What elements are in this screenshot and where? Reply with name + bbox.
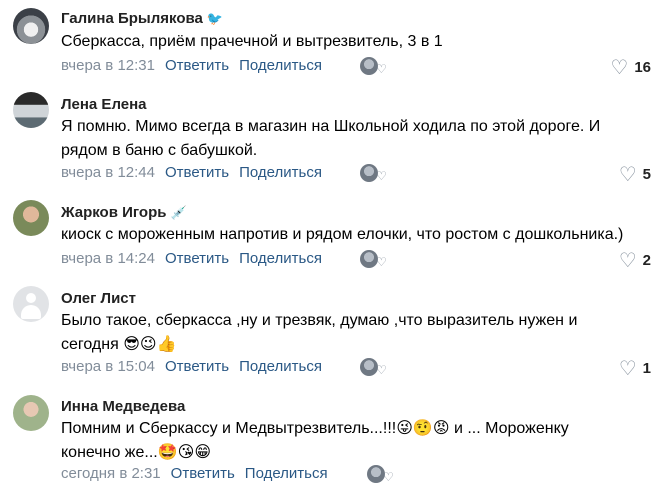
avatar[interactable] xyxy=(13,395,49,431)
heart-icon: ♡ xyxy=(610,57,629,79)
comment-text-line: Помним и Сберкассу и Медвытрезвитель...!… xyxy=(61,417,661,441)
comment-text-line: Было такое, сберкасса ,ну и трезвяк, дум… xyxy=(61,312,578,329)
heart-icon: ♡ xyxy=(618,358,637,380)
reply-button[interactable]: Ответить xyxy=(171,465,235,482)
reaction-heart-icon: ♡ xyxy=(376,169,387,183)
comment-text-part: конечно же... xyxy=(61,444,158,461)
author-badge-icon: 🐦 xyxy=(206,11,224,26)
comment-meta: вчера в 14:24 Ответить Поделиться xyxy=(61,250,322,267)
author-name[interactable]: Жарков Игорь 💉 xyxy=(61,204,187,221)
author-name[interactable]: Инна Медведева xyxy=(61,398,185,415)
comment-time[interactable]: вчера в 12:44 xyxy=(61,164,155,181)
author-name[interactable]: Олег Лист xyxy=(61,290,136,307)
author-name[interactable]: Лена Елена xyxy=(61,96,147,113)
reply-button[interactable]: Ответить xyxy=(165,250,229,267)
emoji-group-icon: 😜🤨😡 xyxy=(396,420,450,437)
comment-meta: вчера в 15:04 Ответить Поделиться xyxy=(61,358,322,375)
like-count: 1 xyxy=(642,360,651,377)
like-count: 16 xyxy=(634,59,651,76)
like-button[interactable]: ♡ 2 xyxy=(619,248,651,273)
avatar[interactable] xyxy=(13,92,49,128)
comment-time[interactable]: вчера в 12:31 xyxy=(61,57,155,74)
comment-text-line: конечно же...🤩😘😁 xyxy=(61,441,661,465)
comment-text: Сберкасса, приём прачечной и вытрезвител… xyxy=(61,33,443,50)
comment-text: Помним и Сберкассу и Медвытрезвитель...!… xyxy=(61,417,661,465)
comment-text-line: Я помню. Мимо всегда в магазин на Школьн… xyxy=(61,118,601,135)
reply-button[interactable]: Ответить xyxy=(165,57,229,74)
comment-time[interactable]: вчера в 14:24 xyxy=(61,250,155,267)
share-button[interactable]: Поделиться xyxy=(239,250,322,267)
heart-icon: ♡ xyxy=(618,250,637,272)
comment-text: Я помню. Мимо всегда в магазин на Школьн… xyxy=(61,115,661,163)
reaction-heart-icon: ♡ xyxy=(376,363,387,377)
comment-meta: вчера в 12:31 Ответить Поделиться xyxy=(61,57,322,74)
heart-icon: ♡ xyxy=(618,164,637,186)
author-name-text[interactable]: Жарков Игорь xyxy=(61,204,166,221)
comment-text-part: сегодня xyxy=(61,336,119,353)
avatar[interactable] xyxy=(13,8,49,44)
reply-button[interactable]: Ответить xyxy=(165,358,229,375)
comment-text: Было такое, сберкасса ,ну и трезвяк, дум… xyxy=(61,309,661,357)
author-name-text[interactable]: Лена Елена xyxy=(61,96,147,113)
author-name-text[interactable]: Олег Лист xyxy=(61,290,136,307)
default-avatar-head-icon xyxy=(26,293,36,303)
comment-time[interactable]: сегодня в 2:31 xyxy=(61,465,161,482)
comment-text-line: сегодня 😎😉👍 xyxy=(61,333,661,357)
emoji-group-icon: 🤩😘😁 xyxy=(157,444,212,461)
comment-text: киоск с мороженным напротив и рядом елоч… xyxy=(61,226,624,243)
comment-meta: вчера в 12:44 Ответить Поделиться xyxy=(61,164,322,181)
comment-text-part: Помним и Сберкассу и Медвытрезвитель...!… xyxy=(61,420,397,437)
share-button[interactable]: Поделиться xyxy=(239,164,322,181)
author-name[interactable]: Галина Брылякова 🐦 xyxy=(61,10,223,27)
like-button[interactable]: ♡ 1 xyxy=(619,356,651,381)
comment-text-line: рядом в баню с бабушкой. xyxy=(61,142,258,159)
like-button[interactable]: ♡ 5 xyxy=(619,162,651,187)
like-count: 2 xyxy=(642,252,651,269)
comment-meta: сегодня в 2:31 Ответить Поделиться xyxy=(61,465,328,482)
share-button[interactable]: Поделиться xyxy=(239,358,322,375)
reaction-heart-icon: ♡ xyxy=(376,62,387,76)
comment-time[interactable]: вчера в 15:04 xyxy=(61,358,155,375)
avatar[interactable] xyxy=(13,200,49,236)
author-name-text[interactable]: Галина Брылякова xyxy=(61,10,203,27)
avatar[interactable] xyxy=(13,286,49,322)
reaction-heart-icon: ♡ xyxy=(383,470,394,484)
emoji-group-icon: 😎😉👍 xyxy=(123,336,177,353)
share-button[interactable]: Поделиться xyxy=(245,465,328,482)
comment-text-part: и ... Мороженку xyxy=(449,420,569,437)
author-name-text[interactable]: Инна Медведева xyxy=(61,398,185,415)
like-button[interactable]: ♡ 16 xyxy=(610,55,651,80)
reaction-heart-icon: ♡ xyxy=(376,255,387,269)
reply-button[interactable]: Ответить xyxy=(165,164,229,181)
like-count: 5 xyxy=(642,166,651,183)
default-avatar-body-icon xyxy=(21,305,41,319)
share-button[interactable]: Поделиться xyxy=(239,57,322,74)
author-badge-icon: 💉 xyxy=(170,205,187,220)
